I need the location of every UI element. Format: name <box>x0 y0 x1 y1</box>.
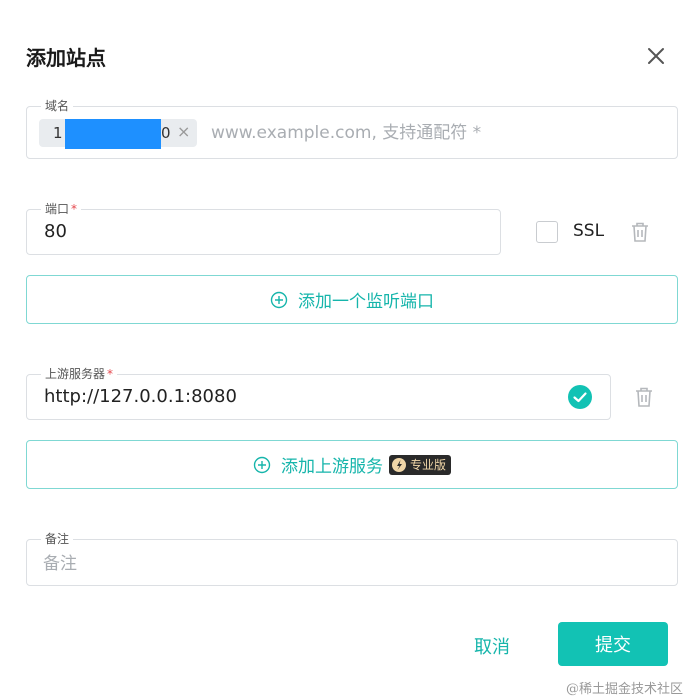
close-icon[interactable] <box>644 44 668 68</box>
port-value: 80 <box>44 221 67 242</box>
ssl-checkbox[interactable] <box>536 221 558 243</box>
pro-badge: 专业版 <box>388 454 451 475</box>
upstream-label: 上游服务器 * <box>41 366 118 382</box>
plus-circle-icon <box>253 456 271 473</box>
required-mark: * <box>71 202 78 216</box>
submit-button[interactable]: 提交 <box>558 622 668 666</box>
note-input[interactable] <box>43 551 643 577</box>
redaction-mask <box>65 119 161 149</box>
port-label-text: 端口 <box>45 202 70 216</box>
trash-icon[interactable] <box>634 386 654 408</box>
domain-input[interactable] <box>211 120 651 146</box>
add-port-button[interactable]: 添加一个监听端口 <box>26 275 678 324</box>
cancel-button[interactable]: 取消 <box>474 633 510 659</box>
add-site-dialog: 添加站点 域名 1 0 × 端口* 80 SSL 添加一个监听端口 上游服务器*… <box>0 0 700 700</box>
add-upstream-label: 添加上游服务 <box>280 457 383 477</box>
chip-remove-icon[interactable]: × <box>177 122 190 141</box>
domain-field[interactable]: 域名 1 0 × <box>26 98 678 159</box>
note-label: 备注 <box>41 531 74 547</box>
pro-logo-icon <box>391 457 406 472</box>
domain-chip: 1 0 × <box>39 119 197 149</box>
port-label: 端口 * <box>41 201 82 217</box>
domain-label: 域名 <box>41 98 74 114</box>
ssl-label: SSL <box>573 221 605 241</box>
domain-chip-prefix: 1 <box>53 124 63 142</box>
add-upstream-button[interactable]: 添加上游服务 专业版 <box>26 440 678 489</box>
upstream-field[interactable]: 上游服务器 * http://127.0.0.1:8080 <box>26 366 611 420</box>
add-port-label: 添加一个监听端口 <box>298 292 434 312</box>
required-mark: * <box>107 367 114 381</box>
trash-icon[interactable] <box>630 221 650 243</box>
port-field[interactable]: 端口 * 80 <box>26 201 501 255</box>
domain-chip-suffix: 0 <box>161 124 171 142</box>
dialog-title: 添加站点 <box>26 46 106 70</box>
upstream-label-text: 上游服务器 <box>45 367 106 381</box>
upstream-value: http://127.0.0.1:8080 <box>44 386 237 407</box>
pro-badge-text: 专业版 <box>409 458 446 472</box>
check-circle-icon <box>568 385 592 409</box>
plus-circle-icon <box>270 291 288 308</box>
note-field[interactable]: 备注 <box>26 531 678 586</box>
watermark: @稀土掘金技术社区 <box>566 682 684 697</box>
